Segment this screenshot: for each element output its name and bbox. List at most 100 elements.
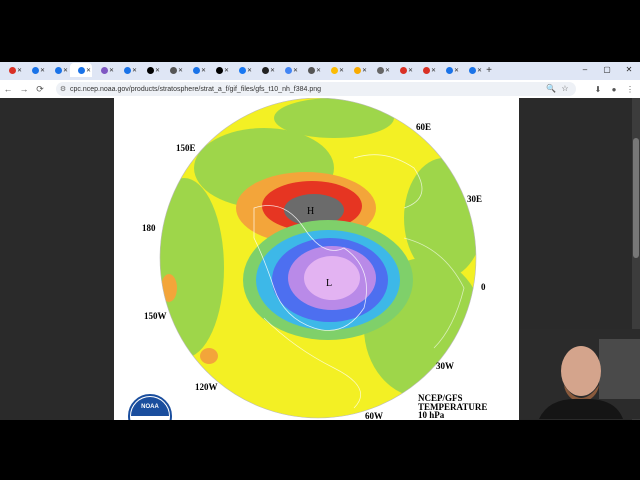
lon-30w-label: 30W (436, 361, 454, 371)
noaa-logo: NOAA (128, 394, 172, 420)
tab-close-icon[interactable]: ✕ (247, 67, 252, 74)
browser-chrome: ✕ ✕ ✕ ✕ ✕ ✕ ✕ ✕ ✕ ✕ ✕ ✕ ✕ ✕ ✕ ✕ ✕ ✕ ✕ ✕ ✕ + – ▢ ✕ ← → ⟳ ⚙ cpc.nc… (0, 62, 640, 98)
profile-icon[interactable]: ● (606, 85, 622, 94)
tab-favicon-icon (123, 66, 131, 74)
tab-strip: ✕ ✕ ✕ ✕ ✕ ✕ ✕ ✕ ✕ ✕ ✕ ✕ ✕ ✕ ✕ ✕ ✕ ✕ ✕ ✕ ✕ + – ▢ ✕ (0, 62, 640, 78)
lon-60e-label: 60E (416, 122, 432, 132)
reload-icon[interactable]: ⟳ (32, 84, 48, 95)
lon-120w-label: 120W (195, 382, 218, 392)
tab-favicon-icon (399, 66, 407, 74)
browser-tab[interactable]: ✕ (254, 63, 276, 77)
tab-favicon-icon (146, 66, 154, 74)
tab-favicon-icon (376, 66, 384, 74)
tab-close-icon[interactable]: ✕ (155, 67, 160, 74)
green-patch (160, 178, 224, 358)
tab-close-icon[interactable]: ✕ (40, 67, 45, 74)
browser-tab[interactable]: ✕ (116, 63, 138, 77)
tab-favicon-icon (31, 66, 39, 74)
tab-favicon-icon (468, 66, 476, 74)
zoom-icon[interactable]: 🔍 (544, 82, 558, 96)
url-text[interactable]: cpc.ncep.noaa.gov/products/stratosphere/… (70, 86, 321, 93)
tab-close-icon[interactable]: ✕ (178, 67, 183, 74)
tab-favicon-icon (215, 66, 223, 74)
tab-favicon-icon (238, 66, 246, 74)
address-bar[interactable]: ⚙ cpc.ncep.noaa.gov/products/stratospher… (56, 82, 576, 96)
tab-favicon-icon (330, 66, 338, 74)
tab-close-icon[interactable]: ✕ (454, 67, 459, 74)
maximize-button[interactable]: ▢ (596, 62, 618, 78)
browser-tab[interactable]: ✕ (369, 63, 391, 77)
tab-close-icon[interactable]: ✕ (224, 67, 229, 74)
browser-tab[interactable]: ✕ (162, 63, 184, 77)
browser-toolbar: ← → ⟳ ⚙ cpc.ncep.noaa.gov/products/strat… (0, 80, 640, 98)
tab-favicon-icon (8, 66, 16, 74)
orange-patch (161, 274, 177, 302)
tab-close-icon[interactable]: ✕ (63, 67, 68, 74)
browser-tab[interactable]: ✕ (323, 63, 345, 77)
tab-favicon-icon (77, 66, 85, 74)
tab-close-icon[interactable]: ✕ (385, 67, 390, 74)
tab-favicon-icon (445, 66, 453, 74)
tab-close-icon[interactable]: ✕ (109, 67, 114, 74)
browser-tab[interactable]: ✕ (415, 63, 437, 77)
forward-icon[interactable]: → (16, 84, 32, 94)
browser-tab[interactable]: ✕ (139, 63, 161, 77)
temperature-map: H L (159, 98, 477, 419)
new-tab-button[interactable]: + (483, 65, 495, 76)
tab-close-icon[interactable]: ✕ (339, 67, 344, 74)
minimize-button[interactable]: – (574, 62, 596, 78)
browser-tab[interactable]: ✕ (93, 63, 115, 77)
browser-tab[interactable]: ✕ (185, 63, 207, 77)
download-icon[interactable]: ⬇ (590, 85, 606, 94)
tab-favicon-icon (353, 66, 361, 74)
lon-150w-label: 150W (144, 311, 167, 321)
letterbox-bottom (0, 420, 640, 480)
tab-favicon-icon (261, 66, 269, 74)
tab-close-icon[interactable]: ✕ (132, 67, 137, 74)
tab-close-icon[interactable]: ✕ (293, 67, 298, 74)
close-window-button[interactable]: ✕ (618, 62, 640, 78)
tab-close-icon[interactable]: ✕ (431, 67, 436, 74)
bookmark-star-icon[interactable]: ☆ (558, 82, 572, 96)
tab-close-icon[interactable]: ✕ (316, 67, 321, 74)
lon-0-label: 0 (481, 282, 486, 292)
tab-close-icon[interactable]: ✕ (86, 67, 91, 74)
browser-tab[interactable]: ✕ (277, 63, 299, 77)
tab-close-icon[interactable]: ✕ (408, 67, 413, 74)
tab-close-icon[interactable]: ✕ (362, 67, 367, 74)
presenter-avatar (519, 329, 640, 419)
lon-30e-label: 30E (467, 194, 483, 204)
tab-favicon-icon (100, 66, 108, 74)
tab-favicon-icon (307, 66, 315, 74)
tab-close-icon[interactable]: ✕ (477, 67, 482, 74)
lon-60w-label: 60W (365, 411, 383, 420)
tab-favicon-icon (422, 66, 430, 74)
browser-tab[interactable]: ✕ (47, 63, 69, 77)
site-info-icon[interactable]: ⚙ (56, 85, 70, 93)
menu-icon[interactable]: ⋮ (622, 85, 638, 94)
browser-tab[interactable]: ✕ (300, 63, 322, 77)
browser-tab[interactable]: ✕ (346, 63, 368, 77)
browser-tab[interactable]: ✕ (461, 63, 483, 77)
tab-close-icon[interactable]: ✕ (201, 67, 206, 74)
lon-180-label: 180 (142, 223, 156, 233)
tab-favicon-icon (284, 66, 292, 74)
tab-close-icon[interactable]: ✕ (270, 67, 275, 74)
svg-text:NOAA: NOAA (141, 404, 159, 410)
browser-tab[interactable]: ✕ (392, 63, 414, 77)
browser-tab[interactable]: ✕ (438, 63, 460, 77)
screen: ✕ ✕ ✕ ✕ ✕ ✕ ✕ ✕ ✕ ✕ ✕ ✕ ✕ ✕ ✕ ✕ ✕ ✕ ✕ ✕ ✕ + – ▢ ✕ ← → ⟳ ⚙ cpc.nc… (0, 0, 640, 480)
browser-tab[interactable]: ✕ (231, 63, 253, 77)
back-icon[interactable]: ← (0, 84, 16, 94)
browser-tab[interactable]: ✕ (24, 63, 46, 77)
green-patch (274, 98, 394, 138)
orange-patch (200, 348, 218, 364)
high-label: H (307, 206, 314, 217)
webcam-overlay (519, 329, 640, 419)
tab-favicon-icon (192, 66, 200, 74)
scrollbar-thumb[interactable] (633, 138, 639, 258)
browser-tab[interactable]: ✕ (208, 63, 230, 77)
browser-tab[interactable]: ✕ (1, 63, 23, 77)
browser-tab[interactable]: ✕ (70, 63, 92, 77)
tab-close-icon[interactable]: ✕ (17, 67, 22, 74)
